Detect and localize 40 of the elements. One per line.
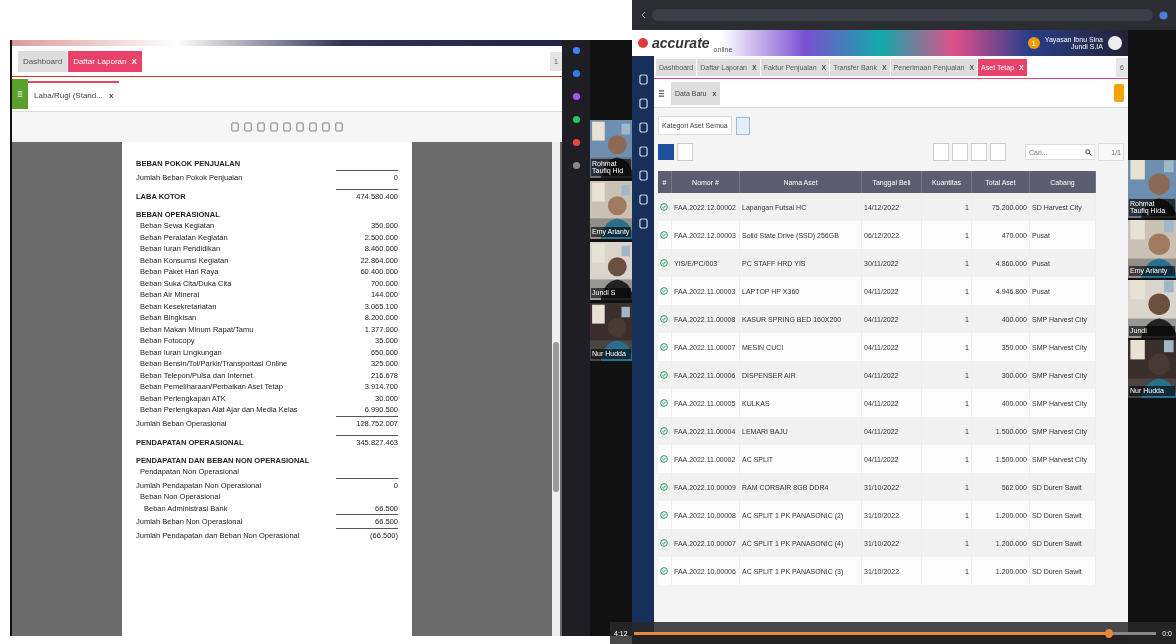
brand-name: accurate [652, 35, 710, 51]
check-circle-icon [660, 399, 668, 407]
close-icon[interactable]: x [108, 90, 114, 100]
profile-icon[interactable] [1159, 10, 1168, 20]
check-circle-icon [660, 287, 668, 295]
scrollbar-thumb[interactable] [553, 342, 559, 492]
logo-icon [638, 38, 648, 48]
search-icon [1085, 148, 1092, 156]
check-circle-icon [660, 343, 668, 351]
close-icon[interactable]: X [131, 56, 137, 66]
app-icon[interactable] [571, 92, 581, 101]
check-circle-icon [660, 567, 668, 575]
tab[interactable]: Daftar Laporan X [68, 50, 142, 72]
app-icon[interactable] [571, 161, 581, 170]
tab[interactable]: Dashboard [18, 50, 68, 72]
check-circle-icon [660, 539, 668, 547]
toolbar-button[interactable] [971, 143, 987, 161]
check-circle-icon [660, 231, 668, 239]
check-circle-icon [660, 511, 668, 519]
filter-button[interactable] [735, 116, 750, 135]
check-circle-icon [660, 371, 668, 379]
app-icon[interactable] [571, 46, 581, 55]
back-icon[interactable] [640, 11, 646, 19]
check-circle-icon [660, 483, 668, 491]
progress-thumb[interactable] [1105, 628, 1114, 638]
action-button[interactable] [1114, 84, 1124, 102]
menu-icon[interactable] [658, 88, 665, 98]
check-circle-icon [660, 427, 668, 435]
check-circle-icon [660, 259, 668, 267]
app-icon[interactable] [571, 138, 581, 147]
toolbar-button[interactable] [990, 143, 1006, 161]
refresh-button[interactable] [677, 143, 693, 161]
avatar-icon[interactable] [1108, 36, 1122, 50]
app-icon[interactable] [571, 69, 581, 78]
check-circle-icon [660, 203, 668, 211]
check-circle-icon [660, 315, 668, 323]
app-icon[interactable] [571, 115, 581, 124]
check-circle-icon [660, 455, 668, 463]
toolbar-button[interactable] [933, 143, 949, 161]
toolbar-button[interactable] [952, 143, 968, 161]
